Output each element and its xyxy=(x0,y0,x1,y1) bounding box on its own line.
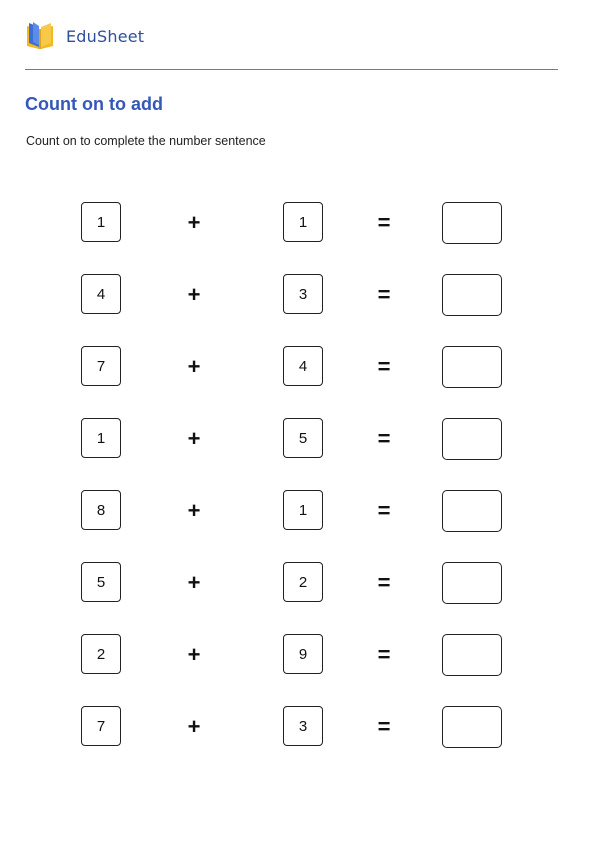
plus-sign: + xyxy=(187,570,201,595)
addend-1-box: 8 xyxy=(81,490,121,530)
equals-sign: = xyxy=(377,714,391,739)
addend-1-box: 1 xyxy=(81,418,121,458)
answer-box[interactable] xyxy=(442,634,502,676)
addend-1-box: 1 xyxy=(81,202,121,242)
problem-row: 7 +4 = xyxy=(0,346,595,388)
plus-sign: + xyxy=(187,354,201,379)
equals-sign: = xyxy=(377,210,391,235)
header-divider xyxy=(25,69,558,70)
addend-1-box: 7 xyxy=(81,706,121,746)
answer-box[interactable] xyxy=(442,490,502,532)
addend-1-box: 4 xyxy=(81,274,121,314)
equals-sign: = xyxy=(377,354,391,379)
addend-2-box: 5 xyxy=(283,418,323,458)
addend-2-box: 1 xyxy=(283,202,323,242)
plus-sign: + xyxy=(187,642,201,667)
brand-name: EduSheet xyxy=(66,26,145,46)
worksheet-instructions: Count on to complete the number sentence xyxy=(26,134,266,148)
answer-box[interactable] xyxy=(442,562,502,604)
answer-box[interactable] xyxy=(442,418,502,460)
problem-row: 4 +3 = xyxy=(0,274,595,316)
addend-2-box: 3 xyxy=(283,706,323,746)
problem-row: 7 +3 = xyxy=(0,706,595,748)
answer-box[interactable] xyxy=(442,706,502,748)
addend-1-box: 2 xyxy=(81,634,121,674)
addend-1-box: 5 xyxy=(81,562,121,602)
equals-sign: = xyxy=(377,426,391,451)
answer-box[interactable] xyxy=(442,274,502,316)
equals-sign: = xyxy=(377,642,391,667)
problem-row: 5 +2 = xyxy=(0,562,595,604)
plus-sign: + xyxy=(187,714,201,739)
plus-sign: + xyxy=(187,282,201,307)
addend-2-box: 2 xyxy=(283,562,323,602)
equals-sign: = xyxy=(377,498,391,523)
addend-1-box: 7 xyxy=(81,346,121,386)
problem-row: 8 +1 = xyxy=(0,490,595,532)
open-book-icon xyxy=(27,22,53,49)
problem-row: 2 +9 = xyxy=(0,634,595,676)
plus-sign: + xyxy=(187,210,201,235)
addend-2-box: 9 xyxy=(283,634,323,674)
equals-sign: = xyxy=(377,570,391,595)
answer-box[interactable] xyxy=(442,346,502,388)
problem-row: 1 +1 = xyxy=(0,202,595,244)
addend-2-box: 3 xyxy=(283,274,323,314)
logo: EduSheet xyxy=(24,20,144,52)
equals-sign: = xyxy=(377,282,391,307)
addend-2-box: 1 xyxy=(283,490,323,530)
answer-box[interactable] xyxy=(442,202,502,244)
plus-sign: + xyxy=(187,426,201,451)
worksheet-title: Count on to add xyxy=(25,94,163,114)
plus-sign: + xyxy=(187,498,201,523)
addend-2-box: 4 xyxy=(283,346,323,386)
problem-row: 1 +5 = xyxy=(0,418,595,460)
